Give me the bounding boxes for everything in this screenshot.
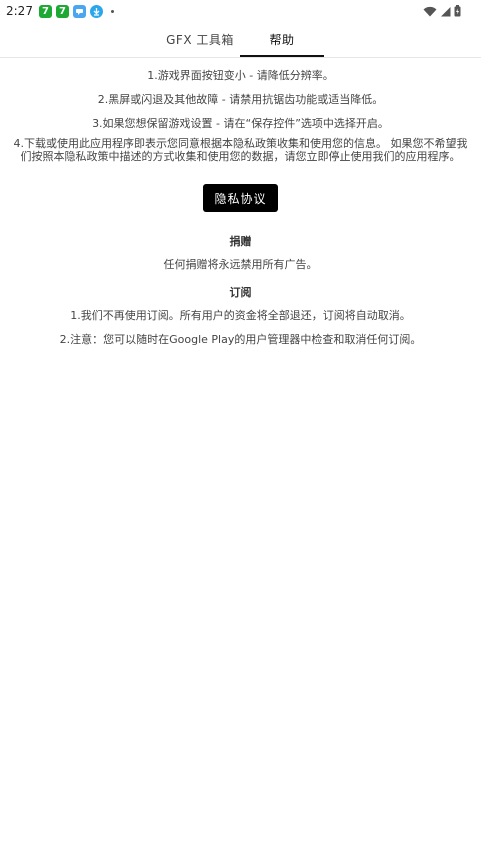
app-7-icon: 7 [38, 4, 52, 18]
tab-indicator [240, 55, 324, 57]
battery-icon [454, 5, 461, 17]
clock: 2:27 [6, 4, 33, 18]
status-bar: 2:27 7 7 [0, 0, 481, 22]
chat-app-icon [72, 4, 86, 18]
tab-bar: GFX 工具箱 帮助 [0, 22, 481, 58]
tab-help[interactable]: 帮助 [240, 22, 324, 57]
status-right [423, 5, 461, 17]
donate-heading: 捐赠 [229, 235, 252, 248]
help-item-4-line-2: 们按照本隐私政策中描述的方式收集和使用您的数据，请您立即停止使用我们的应用程序。 [20, 150, 461, 163]
help-item-1: 1.游戏界面按钮变小 - 请降低分辨率。 [147, 69, 334, 82]
donate-text: 任何捐赠将永远禁用所有广告。 [163, 258, 318, 271]
help-item-2: 2.黑屏或闪退及其他故障 - 请禁用抗锯齿功能或适当降低。 [97, 93, 384, 106]
privacy-policy-button[interactable]: 隐私协议 [203, 184, 278, 212]
download-icon [89, 4, 103, 18]
subscription-heading: 订阅 [229, 286, 252, 299]
help-item-3: 3.如果您想保留游戏设置 - 请在“保存控件”选项中选择开启。 [92, 117, 389, 130]
dot-icon [110, 9, 114, 13]
cell-signal-icon [441, 6, 451, 16]
status-left: 2:27 7 7 [6, 4, 114, 18]
tab-gfx-toolbox[interactable]: GFX 工具箱 [160, 22, 240, 57]
app-7-icon: 7 [55, 4, 69, 18]
wifi-icon [423, 6, 437, 16]
subscription-item-2: 2.注意：您可以随时在Google Play的用户管理器中检查和取消任何订阅。 [59, 333, 422, 346]
help-item-4-line-1: 4.下载或使用此应用程序即表示您同意根据本隐私政策收集和使用您的信息。 如果您不… [13, 137, 468, 150]
subscription-item-1: 1.我们不再使用订阅。所有用户的资金将全部退还，订阅将自动取消。 [70, 309, 411, 322]
